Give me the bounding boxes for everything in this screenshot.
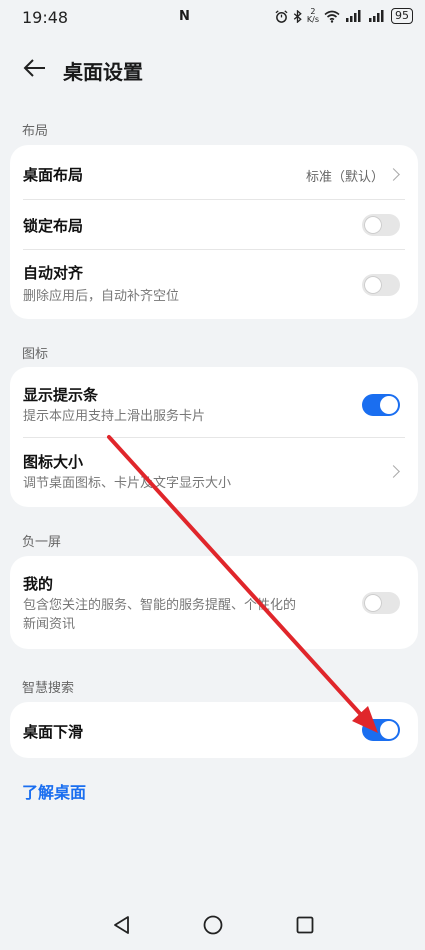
auto-align-toggle[interactable] bbox=[362, 274, 400, 296]
toggle-knob bbox=[364, 594, 382, 612]
wifi-icon bbox=[324, 10, 340, 23]
section-label-minus-one: 负一屏 bbox=[22, 535, 62, 550]
signal-icon-2 bbox=[369, 10, 384, 22]
swipe-down-toggle[interactable] bbox=[362, 719, 400, 741]
show-hint-bar-toggle[interactable] bbox=[362, 394, 400, 416]
minus-one-card: 我的 包含您关注的服务、智能的服务提醒、个性化的 新闻资讯 bbox=[10, 556, 418, 649]
row-subtitle-line2: 新闻资讯 bbox=[23, 617, 76, 632]
row-swipe-down: 桌面下滑 bbox=[10, 702, 418, 758]
row-lock-layout: 锁定布局 bbox=[10, 200, 418, 250]
status-icons: 2 K/s 95 bbox=[275, 8, 413, 24]
section-label-layout: 布局 bbox=[22, 124, 49, 139]
bluetooth-icon bbox=[293, 9, 302, 23]
row-subtitle: 删除应用后，自动补齐空位 bbox=[23, 289, 180, 304]
chevron-right-icon bbox=[387, 465, 400, 478]
nfc-icon: N bbox=[179, 9, 190, 24]
row-title: 图标大小 bbox=[23, 453, 84, 471]
toggle-knob bbox=[380, 721, 398, 739]
layout-card: 桌面布局 标准（默认） 锁定布局 自动对齐 删除应用后，自动补齐空位 bbox=[10, 145, 418, 319]
row-title: 桌面下滑 bbox=[23, 723, 84, 741]
row-subtitle: 调节桌面图标、卡片及文字显示大小 bbox=[23, 476, 232, 491]
row-title: 自动对齐 bbox=[23, 264, 84, 282]
chevron-right-icon bbox=[387, 168, 400, 181]
signal-icon-1 bbox=[346, 10, 361, 22]
toggle-knob bbox=[380, 396, 398, 414]
navigation-bar bbox=[0, 910, 425, 950]
row-title: 显示提示条 bbox=[23, 386, 99, 404]
row-auto-align: 自动对齐 删除应用后，自动补齐空位 bbox=[10, 250, 418, 319]
toggle-knob bbox=[364, 216, 382, 234]
net-speed: 2 K/s bbox=[307, 8, 319, 24]
section-label-smart-search: 智慧搜索 bbox=[22, 681, 75, 696]
row-show-hint-bar: 显示提示条 提示本应用支持上滑出服务卡片 bbox=[10, 367, 418, 437]
row-title: 我的 bbox=[23, 575, 54, 593]
row-icon-size[interactable]: 图标大小 调节桌面图标、卡片及文字显示大小 bbox=[10, 438, 418, 507]
row-title: 桌面布局 bbox=[23, 166, 84, 184]
row-desktop-layout[interactable]: 桌面布局 标准（默认） bbox=[10, 145, 418, 199]
status-bar: 19:48 N 2 K/s 95 bbox=[0, 0, 425, 36]
status-time: 19:48 bbox=[22, 8, 69, 27]
row-subtitle-line1: 包含您关注的服务、智能的服务提醒、个性化的 bbox=[23, 598, 297, 613]
page-title: 桌面设置 bbox=[63, 60, 143, 84]
battery-indicator: 95 bbox=[391, 8, 413, 24]
toggle-knob bbox=[364, 276, 382, 294]
row-subtitle: 提示本应用支持上滑出服务卡片 bbox=[23, 409, 206, 424]
row-title: 锁定布局 bbox=[23, 217, 84, 235]
nav-home-icon[interactable] bbox=[198, 910, 228, 940]
smart-search-card: 桌面下滑 bbox=[10, 702, 418, 758]
header: 桌面设置 bbox=[0, 50, 425, 90]
mine-toggle[interactable] bbox=[362, 592, 400, 614]
desktop-layout-value: 标准（默认） bbox=[305, 170, 384, 185]
lock-layout-toggle[interactable] bbox=[362, 214, 400, 236]
nav-back-icon[interactable] bbox=[107, 910, 137, 940]
section-label-icons: 图标 bbox=[22, 347, 49, 362]
icons-card: 显示提示条 提示本应用支持上滑出服务卡片 图标大小 调节桌面图标、卡片及文字显示… bbox=[10, 367, 418, 507]
learn-desktop-link[interactable]: 了解桌面 bbox=[22, 779, 86, 803]
net-speed-unit: K/s bbox=[306, 15, 319, 24]
alarm-icon bbox=[275, 9, 288, 23]
back-arrow-icon[interactable] bbox=[22, 55, 48, 81]
row-mine: 我的 包含您关注的服务、智能的服务提醒、个性化的 新闻资讯 bbox=[10, 556, 418, 649]
nav-recents-icon[interactable] bbox=[290, 910, 320, 940]
